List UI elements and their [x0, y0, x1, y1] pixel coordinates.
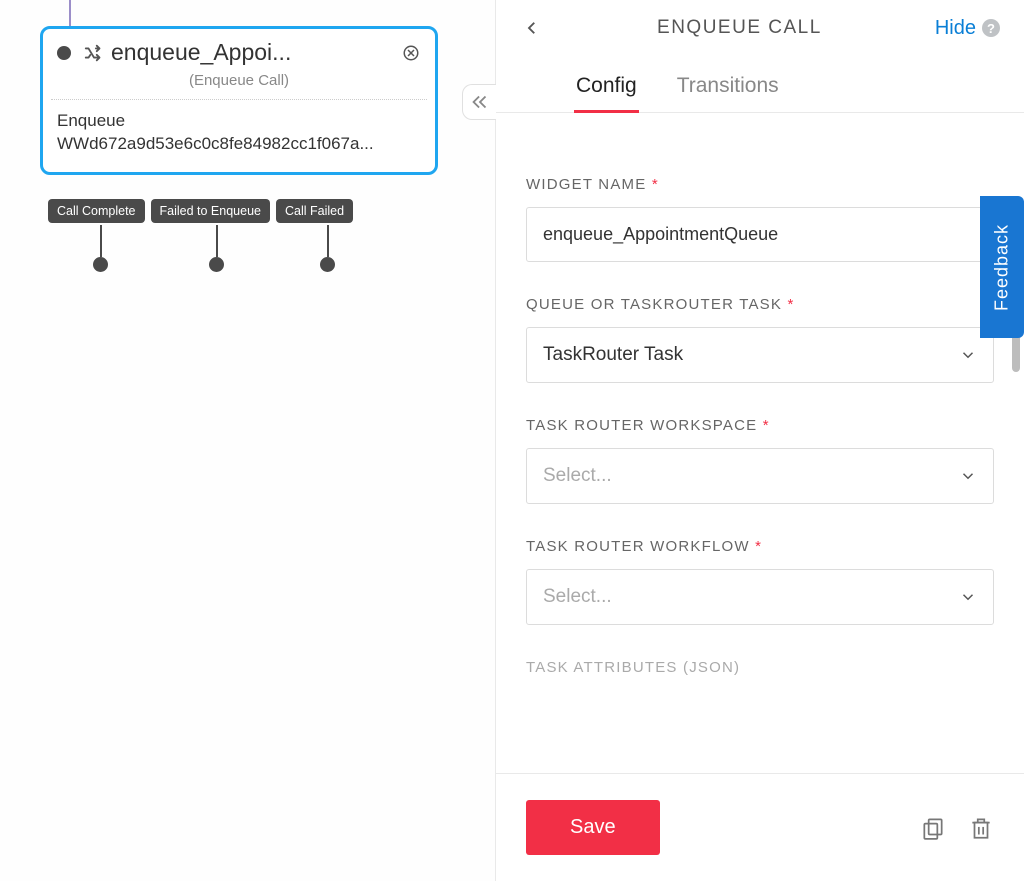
select-value: TaskRouter Task	[543, 344, 683, 366]
chevron-down-icon	[959, 588, 977, 606]
connector-line	[69, 0, 71, 27]
field-label-workflow: TASK ROUTER WORKFLOW *	[526, 538, 994, 555]
widget-name-input[interactable]	[526, 207, 994, 262]
tab-config[interactable]: Config	[574, 64, 639, 112]
widget-subtitle: (Enqueue Call)	[43, 72, 435, 99]
save-button[interactable]: Save	[526, 800, 660, 855]
connector-dot[interactable]	[209, 257, 224, 272]
field-label-queue: QUEUE OR TASKROUTER TASK *	[526, 296, 994, 313]
collapse-panel-button[interactable]	[462, 84, 496, 120]
tab-transitions[interactable]: Transitions	[675, 64, 781, 112]
chevron-down-icon	[959, 467, 977, 485]
widget-body-line: WWd672a9d53e6c0c8fe84982cc1f067a...	[57, 133, 421, 156]
connector-line	[327, 225, 329, 257]
panel-footer: Save	[496, 773, 1024, 881]
widget-enqueue-call[interactable]: enqueue_Appoi... (Enqueue Call) Enqueue …	[40, 26, 438, 175]
select-value: Select...	[543, 586, 612, 608]
chevron-double-left-icon	[469, 91, 491, 113]
connector-line	[100, 225, 102, 257]
outcome-chip-call-failed[interactable]: Call Failed	[276, 199, 353, 223]
chevron-down-icon	[959, 346, 977, 364]
trash-icon[interactable]	[968, 815, 994, 841]
back-button[interactable]	[520, 16, 544, 40]
field-label-widget-name: WIDGET NAME *	[526, 176, 994, 193]
hide-link[interactable]: Hide	[935, 17, 976, 40]
select-value: Select...	[543, 465, 612, 487]
widget-title: enqueue_Appoi...	[111, 39, 401, 66]
queue-select[interactable]: TaskRouter Task	[526, 327, 994, 383]
duplicate-icon[interactable]	[920, 815, 946, 841]
tabs: Config Transitions	[496, 64, 1024, 113]
form-body[interactable]: WIDGET NAME * QUEUE OR TASKROUTER TASK *…	[496, 148, 1024, 773]
panel-header: ENQUEUE CALL Hide ?	[496, 0, 1024, 64]
close-icon[interactable]	[401, 43, 421, 63]
chevron-left-icon	[523, 19, 541, 37]
widget-anchor-dot[interactable]	[57, 46, 71, 60]
workflow-select[interactable]: Select...	[526, 569, 994, 625]
widget-body-line: Enqueue	[57, 110, 421, 133]
connector-dot[interactable]	[93, 257, 108, 272]
field-label-attributes: TASK ATTRIBUTES (JSON)	[526, 659, 994, 676]
widget-body: Enqueue WWd672a9d53e6c0c8fe84982cc1f067a…	[43, 100, 435, 172]
help-icon[interactable]: ?	[982, 19, 1000, 37]
connector-line	[216, 225, 218, 257]
workspace-select[interactable]: Select...	[526, 448, 994, 504]
flow-canvas[interactable]: enqueue_Appoi... (Enqueue Call) Enqueue …	[0, 0, 495, 881]
field-label-workspace: TASK ROUTER WORKSPACE *	[526, 417, 994, 434]
panel-title: ENQUEUE CALL	[544, 17, 935, 39]
outcome-chip-call-complete[interactable]: Call Complete	[48, 199, 145, 223]
feedback-tab[interactable]: Feedback	[980, 196, 1024, 338]
shuffle-icon	[83, 42, 105, 64]
connector-dot[interactable]	[320, 257, 335, 272]
config-panel: ENQUEUE CALL Hide ? Config Transitions W…	[495, 0, 1024, 881]
outcome-chip-failed-to-enqueue[interactable]: Failed to Enqueue	[151, 199, 270, 223]
outcome-chips: Call Complete Failed to Enqueue Call Fai…	[48, 199, 353, 223]
